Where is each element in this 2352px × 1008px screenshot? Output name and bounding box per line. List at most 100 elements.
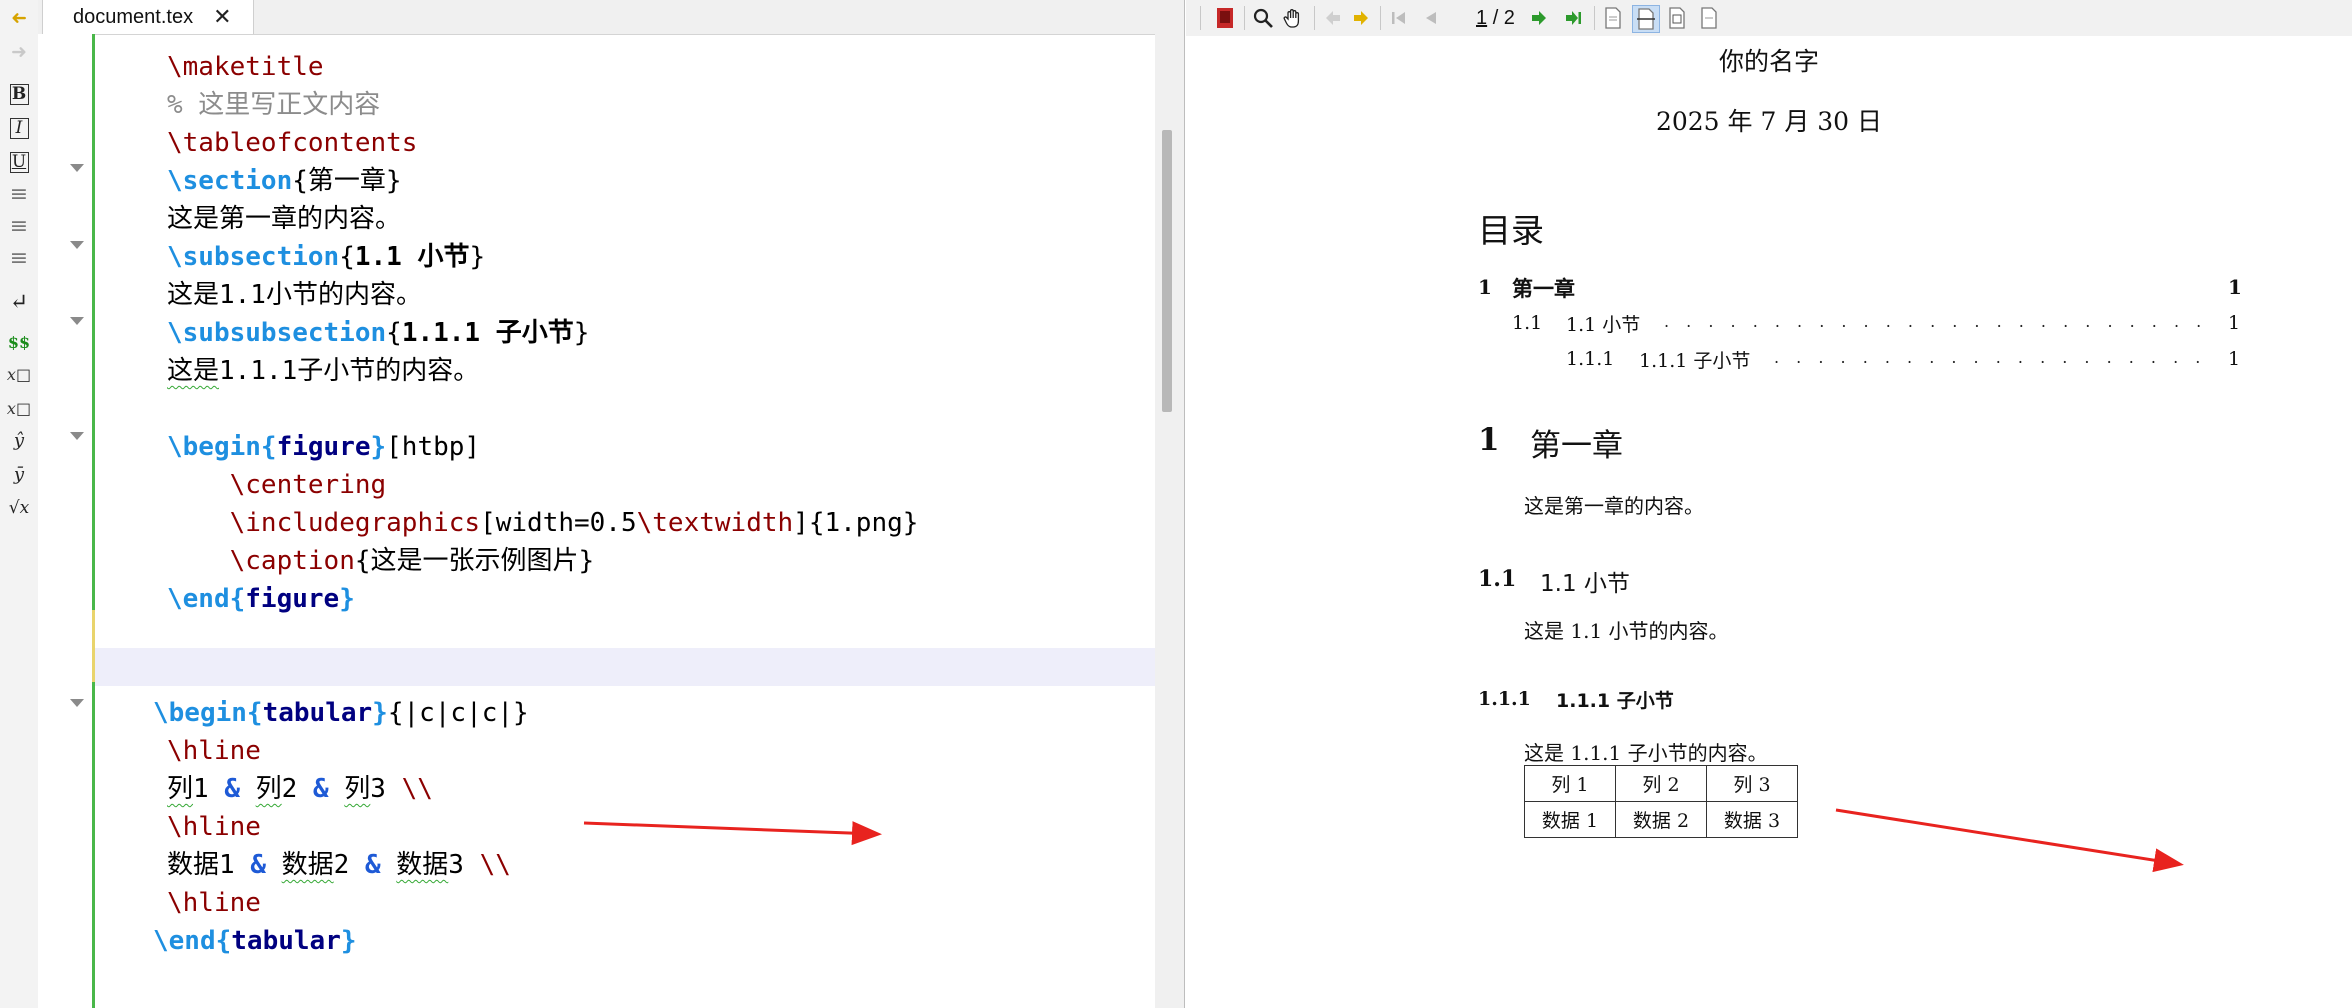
hat-icon[interactable]: ŷ [6,428,32,452]
fold-gutter [38,34,94,1008]
code-token: 这是 [167,356,220,386]
code-token: 1.1.1子小节的内容。 [219,356,480,386]
last-page-icon[interactable] [1560,5,1586,31]
forward-arrow-icon[interactable]: ➜ [6,40,32,64]
code-editor[interactable]: \maketitle % 这里写正文内容 \tableofcontents \sect… [95,34,1155,1008]
code-line[interactable]: \end{figure} [167,580,355,618]
page-total: / 2 [1492,7,1515,29]
fit-width-icon[interactable] [1632,5,1660,33]
fold-toggle-icon[interactable] [70,164,84,172]
toc-entry-page: 1 [2228,275,2242,299]
fit-page-icon[interactable] [1664,5,1690,31]
code-token: & [364,850,381,880]
toc-entry-number: 1.1 [1512,312,1543,334]
superscript-icon[interactable]: x□ [6,396,32,420]
code-line[interactable]: \maketitle [167,48,324,86]
code-token: & [250,850,266,880]
code-line[interactable]: \begin{tabular}{|c|c|c|} [153,694,529,732]
code-line[interactable]: 列1 & 列2 & 列3 \\ [167,770,433,808]
toolbar-separator [1244,6,1245,30]
previous-page-icon[interactable] [1418,5,1444,31]
code-line[interactable]: \includegraphics[width=0.5\textwidth]{1.… [167,504,919,542]
code-line[interactable]: \tableofcontents [167,124,417,162]
toc-entry-number: 1 [1478,275,1492,299]
code-token: 1 [193,774,225,804]
code-line[interactable]: 这是1.1小节的内容。 [167,276,422,314]
code-line[interactable]: \section{第一章} [167,162,402,200]
fold-toggle-icon[interactable] [70,241,84,249]
fold-toggle-icon[interactable] [70,432,84,440]
editor-scrollbar[interactable] [1155,34,1184,1008]
toc-entry-title[interactable]: 第一章 [1512,273,1575,303]
toc-entry-title[interactable]: 1.1 小节 [1566,310,1640,337]
code-token: { [386,318,402,348]
tab-strip: document.tex ✕ [38,0,1184,35]
align-center-icon[interactable]: ≡ [6,214,32,239]
back-icon[interactable] [1320,5,1346,31]
code-token: 数据 [281,850,334,880]
page-number-input[interactable]: 1 [1476,7,1487,29]
bar-icon[interactable]: ȳ [6,462,32,486]
underline-icon[interactable]: U [6,150,32,174]
subscript-icon[interactable]: x□ [6,362,32,386]
table-header-cell: 列 1 [1524,765,1616,802]
forward-icon[interactable] [1348,5,1374,31]
table-row: 列 1 列 2 列 3 [1524,765,1798,802]
toc-entry-page: 1 [2228,348,2241,370]
code-line[interactable]: \hline [167,808,261,846]
toc-heading: 目录 [1478,211,1544,250]
code-token: } [370,432,387,462]
pane-divider[interactable] [1184,0,1185,1008]
toc-entry-title[interactable]: 1.1.1 子小节 [1639,346,1750,373]
code-token: } [372,698,388,728]
section-title: 第一章 [1530,428,1623,464]
code-token: \subsubsection [167,318,387,348]
hand-tool-icon[interactable] [1280,5,1306,31]
code-line[interactable]: \subsection{1.1 小节} [167,238,485,276]
align-left-icon[interactable]: ≡ [6,182,32,207]
code-line[interactable]: \begin{figure}[htbp] [167,428,480,466]
pdf-page[interactable]: 你的名字 2025 年 7 月 30 日 目录 1 第一章 1 1.1 1.1 … [1186,36,2352,1008]
editor-scrollbar-thumb[interactable] [1162,130,1172,412]
math-dollar-icon[interactable]: $$ [6,330,32,354]
code-line[interactable]: % 这里写正文内容 [167,86,380,124]
continuous-page-icon[interactable] [1696,5,1722,31]
sqrt-icon[interactable]: √x [6,496,32,520]
pdf-date: 2025 年 7 月 30 日 [1655,107,1883,136]
code-line[interactable]: 这是1.1.1子小节的内容。 [167,352,479,390]
bold-icon[interactable]: B [6,82,32,106]
section-number: 1 [1478,422,1500,458]
viewer-toolbar: 1 / 2 [1186,0,2352,37]
code-token: } [339,584,355,614]
first-page-icon[interactable] [1386,5,1412,31]
code-line[interactable]: \subsubsection{1.1.1 子小节} [167,314,589,352]
tab-document[interactable]: document.tex ✕ [42,0,254,34]
code-line[interactable]: \caption{这是一张示例图片} [167,542,595,580]
actual-size-icon[interactable] [1600,5,1626,31]
back-arrow-icon[interactable]: ➜ [6,6,32,30]
code-token: \hline [167,736,261,766]
subsubsection-body: 这是 1.1.1 子小节的内容。 [1524,741,1768,765]
italic-icon[interactable]: I [6,116,32,140]
fold-toggle-icon[interactable] [70,699,84,707]
close-icon[interactable]: ✕ [213,5,231,30]
next-page-icon[interactable] [1526,5,1552,31]
newline-icon[interactable]: ↵ [6,290,32,315]
code-token: tabular [231,926,341,956]
pdf-app-icon[interactable] [1212,5,1238,31]
search-icon[interactable] [1250,5,1276,31]
code-token: \maketitle [167,52,324,82]
code-line[interactable]: 这是第一章的内容。 [167,200,401,238]
code-line[interactable]: \hline [167,732,261,770]
fold-toggle-icon[interactable] [70,317,84,325]
subsection-number: 1.1 [1478,566,1517,592]
align-right-icon[interactable]: ≡ [6,246,32,271]
pdf-table: 列 1 列 2 列 3 数据 1 数据 2 数据 3 [1524,765,1798,838]
code-line[interactable]: \end{tabular} [153,922,357,960]
code-line[interactable]: 数据1 & 数据2 & 数据3 \\ [167,846,511,884]
code-line[interactable]: \centering [167,466,387,504]
code-line[interactable]: \hline [167,884,261,922]
